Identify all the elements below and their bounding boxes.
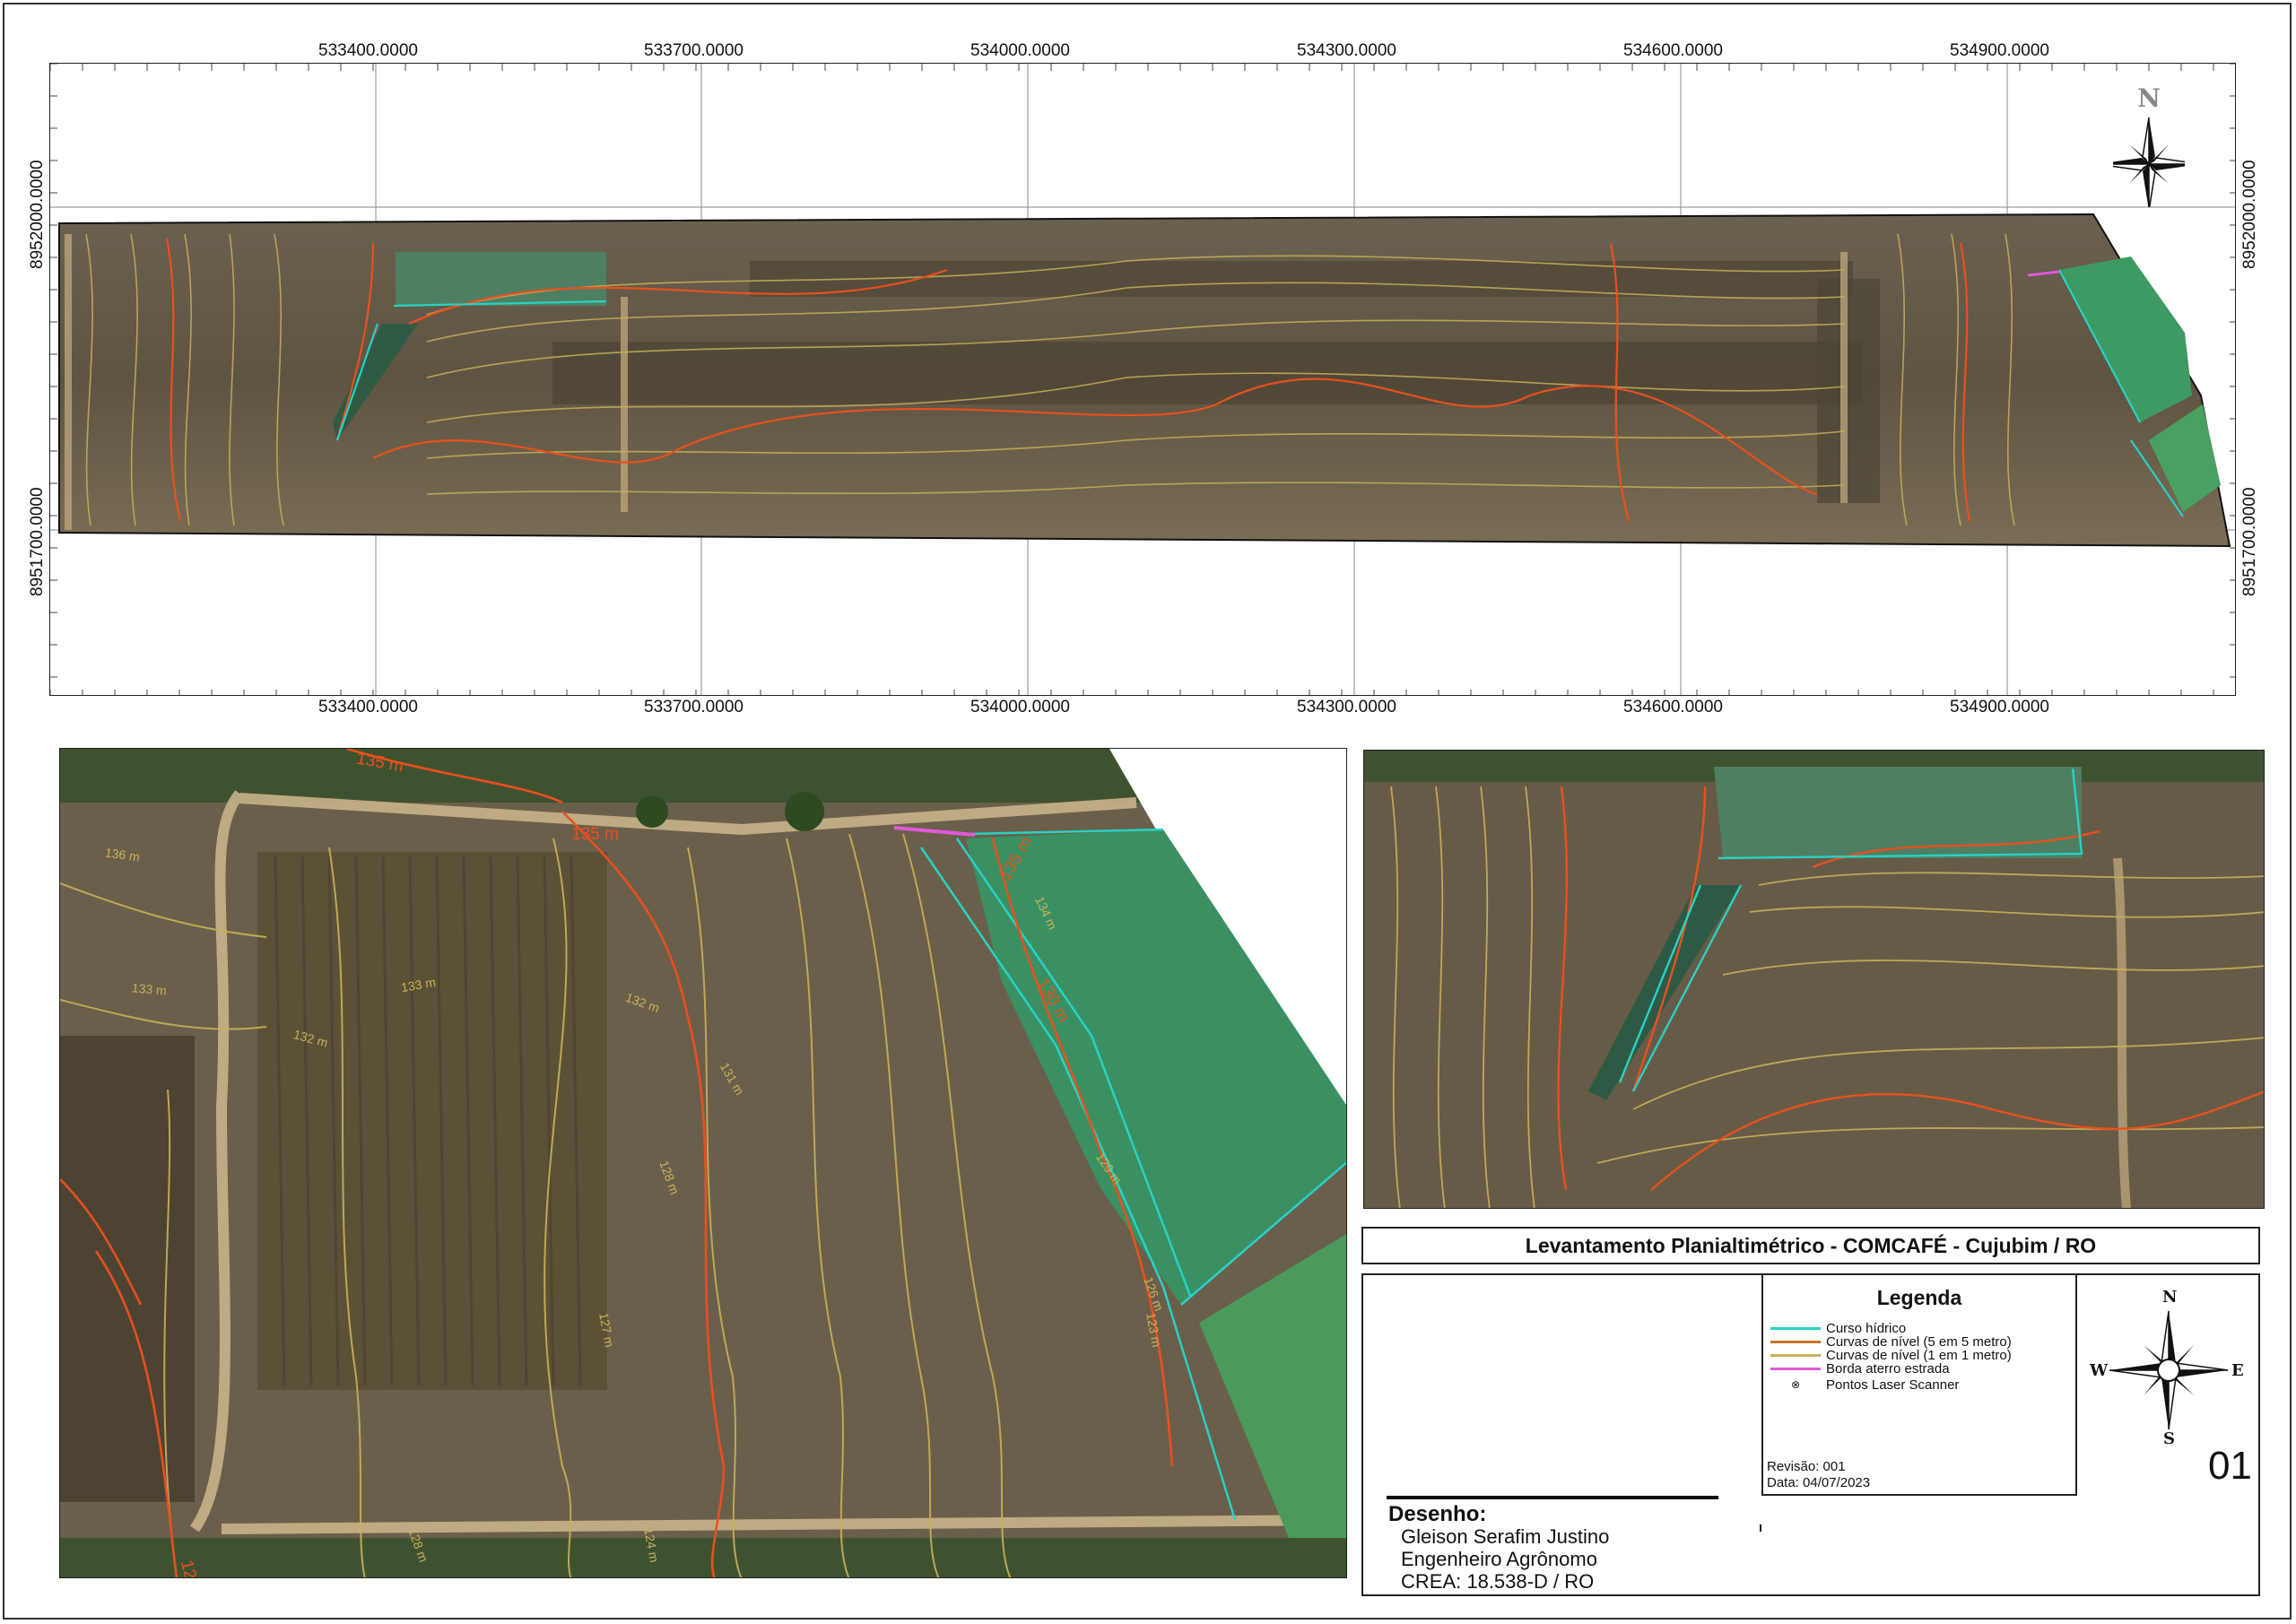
x-label-top-4: 534300.0000	[1297, 41, 1396, 60]
detail-right-pond	[1714, 767, 2082, 858]
legend-label: Pontos Laser Scanner	[1826, 1377, 1960, 1393]
north-arrow-icon: N	[2113, 83, 2185, 207]
map-title: Levantamento Planialtimétrico - COMCAFÉ …	[1361, 1227, 2260, 1264]
detail-left-photo	[60, 749, 1346, 1577]
drawing-crea: CREA: 18.538-D / RO	[1401, 1570, 1595, 1593]
legend-label: Curso hídrico	[1826, 1321, 1907, 1336]
x-label-top-5: 534600.0000	[1623, 41, 1723, 60]
x-label-bottom-3: 534000.0000	[970, 698, 1070, 716]
contour-label: 135 m	[571, 825, 619, 844]
legend-item-pontos-laser: ⊗ Pontos Laser Scanner	[1770, 1378, 1959, 1392]
x-label-bottom-4: 534300.0000	[1297, 698, 1396, 716]
detail-right-photo	[1364, 751, 2264, 1208]
detail-left-frame: 135 m 135 m 136 m 133 m 132 m 135 m 134 m 132 m…	[59, 748, 1347, 1578]
y-label-left-1: 8952000.0000	[28, 160, 47, 269]
x-label-bottom-2: 533700.0000	[644, 698, 744, 716]
drawing-credits: Desenho: Gleison Serafim Justino Engenhe…	[1388, 1503, 1720, 1593]
contour-label: 133 m	[131, 980, 168, 998]
x-label-bottom-1: 533400.0000	[318, 698, 418, 716]
main-map-frame: N	[49, 63, 2236, 696]
x-label-top-1: 533400.0000	[318, 41, 418, 60]
x-label-top-3: 534000.0000	[970, 41, 1070, 60]
legend-swatch-water	[1770, 1327, 1821, 1330]
legend-item-curso-hidrico: Curso hídrico	[1770, 1322, 1906, 1335]
main-map-grid	[50, 64, 2235, 695]
drawing-author: Gleison Serafim Justino	[1401, 1525, 1610, 1548]
sheet-number: 01	[2208, 1444, 2252, 1488]
laser-point-icon: ⊗	[1790, 1378, 1801, 1391]
signature-line	[1387, 1496, 1718, 1499]
drawing-role: Engenheiro Agrônomo	[1401, 1548, 1597, 1570]
legend-item-borda-aterro: Borda aterro estrada	[1770, 1362, 1950, 1376]
x-label-bottom-6: 534900.0000	[1950, 698, 2049, 716]
divider-tick	[1760, 1524, 1761, 1532]
y-label-right-1: 8952000.0000	[2240, 160, 2259, 269]
compass-rose-icon	[2109, 1310, 2229, 1430]
y-label-right-2: 8951700.0000	[2240, 487, 2259, 596]
north-arrow-label: N	[2137, 83, 2161, 113]
x-label-top-2: 533700.0000	[644, 41, 744, 60]
legend-label: Borda aterro estrada	[1826, 1361, 1950, 1376]
x-label-bottom-5: 534600.0000	[1623, 698, 1723, 716]
legend-label: Curvas de nível (5 em 5 metro)	[1826, 1334, 2012, 1350]
compass-s-label: S	[2163, 1429, 2175, 1448]
date-label: Data: 04/07/2023	[1767, 1475, 1871, 1490]
legend-item-contour-5m: Curvas de nível (5 em 5 metro)	[1770, 1335, 2012, 1349]
y-label-left-2: 8951700.0000	[28, 487, 47, 596]
legend-label: Curvas de nível (1 em 1 metro)	[1826, 1348, 2012, 1363]
compass-n-label: N	[2162, 1288, 2178, 1307]
detail-right-frame	[1363, 750, 2265, 1209]
drawing-heading: Desenho:	[1388, 1502, 1487, 1526]
legend-swatch-contour-1m	[1770, 1354, 1821, 1357]
compass-w-label: W	[2090, 1361, 2109, 1380]
compass-e-label: E	[2231, 1361, 2244, 1380]
legend-title: Legenda	[1876, 1286, 1962, 1309]
legend-item-contour-1m: Curvas de nível (1 em 1 metro)	[1770, 1349, 2012, 1362]
revision-label: Revisão: 001	[1767, 1459, 1846, 1474]
legend-swatch-contour-5m	[1770, 1341, 1821, 1343]
legend-swatch-road-edge	[1770, 1368, 1821, 1370]
x-label-top-6: 534900.0000	[1950, 41, 2049, 60]
